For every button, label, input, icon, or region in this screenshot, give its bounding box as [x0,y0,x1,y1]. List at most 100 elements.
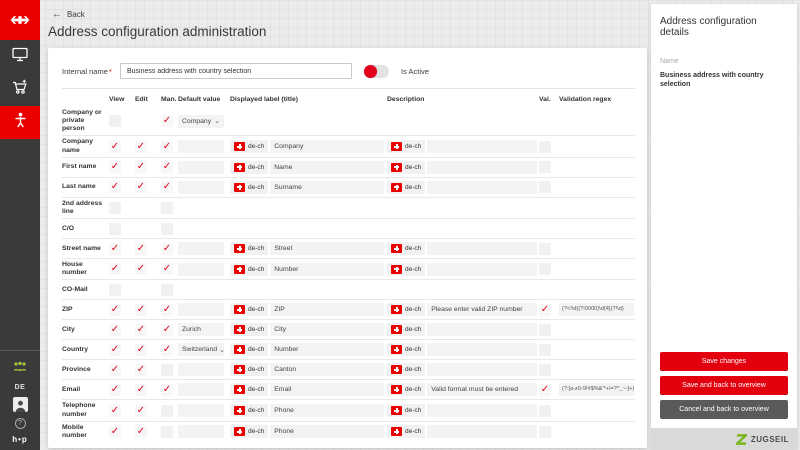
man-checkbox-checked[interactable]: ✓ [161,263,173,275]
view-checkbox-checked[interactable]: ✓ [109,384,121,396]
validation-checkbox-unchecked[interactable] [539,181,551,193]
man-checkbox-checked[interactable]: ✓ [161,384,173,396]
language-chip[interactable]: de-ch [230,242,268,255]
man-checkbox-checked[interactable]: ✓ [161,161,173,173]
man-checkbox-checked[interactable]: ✓ [161,115,173,127]
description-input[interactable] [427,242,537,255]
default-value-select[interactable]: Switzerland⌄ [178,343,224,356]
validation-checkbox-unchecked[interactable] [539,426,551,438]
users-icon[interactable] [12,360,28,378]
language-chip[interactable]: de-ch [230,161,268,174]
language-chip[interactable]: de-ch [387,404,425,417]
edit-checkbox-checked[interactable]: ✓ [135,181,147,193]
view-checkbox-unchecked[interactable] [109,202,121,214]
man-checkbox-unchecked[interactable] [161,405,173,417]
view-checkbox-checked[interactable]: ✓ [109,161,121,173]
man-checkbox-unchecked[interactable] [161,284,173,296]
description-input[interactable] [427,343,537,356]
edit-checkbox-checked[interactable]: ✓ [135,161,147,173]
language-chip[interactable]: de-ch [387,425,425,438]
description-input[interactable]: Please enter valid ZIP number [427,303,537,316]
description-input[interactable]: Valid format must be entered [427,383,537,396]
displayed-label-input[interactable]: Street [270,242,384,255]
validation-checkbox-unchecked[interactable] [539,263,551,275]
language-chip[interactable]: de-ch [387,303,425,316]
man-checkbox-unchecked[interactable] [161,223,173,235]
validation-checkbox-unchecked[interactable] [539,344,551,356]
cancel-and-back-button[interactable]: Cancel and back to overview [660,400,788,419]
default-value-input[interactable] [178,263,224,276]
default-value-input[interactable] [178,161,224,174]
validation-checkbox-checked[interactable]: ✓ [539,384,551,396]
language-chip[interactable]: de-ch [230,303,268,316]
edit-checkbox-checked[interactable]: ✓ [135,405,147,417]
displayed-label-input[interactable]: Phone [270,425,384,438]
view-checkbox-unchecked[interactable] [109,115,121,127]
edit-checkbox-checked[interactable]: ✓ [135,324,147,336]
view-checkbox-checked[interactable]: ✓ [109,344,121,356]
language-chip[interactable]: de-ch [230,343,268,356]
man-checkbox-unchecked[interactable] [161,426,173,438]
view-checkbox-checked[interactable]: ✓ [109,324,121,336]
description-input[interactable] [427,404,537,417]
man-checkbox-checked[interactable]: ✓ [161,344,173,356]
description-input[interactable] [427,363,537,376]
edit-checkbox-checked[interactable]: ✓ [135,364,147,376]
validation-checkbox-unchecked[interactable] [539,405,551,417]
displayed-label-input[interactable]: ZIP [270,303,384,316]
language-chip[interactable]: de-ch [230,404,268,417]
displayed-label-input[interactable]: Company [270,140,384,153]
sidebar-item-person[interactable] [0,106,40,139]
view-checkbox-checked[interactable]: ✓ [109,141,121,153]
language-chip[interactable]: de-ch [230,181,268,194]
view-checkbox-unchecked[interactable] [109,223,121,235]
validation-checkbox-unchecked[interactable] [539,161,551,173]
language-chip[interactable]: de-ch [387,140,425,153]
displayed-label-input[interactable]: Number [270,263,384,276]
description-input[interactable] [427,263,537,276]
save-changes-button[interactable]: Save changes [660,352,788,371]
description-input[interactable] [427,181,537,194]
description-input[interactable] [427,425,537,438]
default-value-input[interactable] [178,383,224,396]
edit-checkbox-checked[interactable]: ✓ [135,426,147,438]
language-chip[interactable]: de-ch [387,343,425,356]
man-checkbox-checked[interactable]: ✓ [161,141,173,153]
validation-checkbox-unchecked[interactable] [539,243,551,255]
validation-checkbox-unchecked[interactable] [539,364,551,376]
displayed-label-input[interactable]: Surname [270,181,384,194]
default-value-input[interactable] [178,363,224,376]
displayed-label-input[interactable]: Number [270,343,384,356]
validation-regex-input[interactable]: (?:[a-z0-9!#$%&'*+/=?^_~-]+) [559,383,634,396]
displayed-label-input[interactable]: Email [270,383,384,396]
description-input[interactable] [427,161,537,174]
edit-checkbox-checked[interactable]: ✓ [135,304,147,316]
language-chip[interactable]: de-ch [230,383,268,396]
language-chip[interactable]: de-ch [230,263,268,276]
sidebar-item-shop[interactable] [0,73,40,106]
default-value-input[interactable] [178,140,224,153]
view-checkbox-checked[interactable]: ✓ [109,405,121,417]
edit-checkbox-checked[interactable]: ✓ [135,344,147,356]
view-checkbox-checked[interactable]: ✓ [109,304,121,316]
language-chip[interactable]: de-ch [387,242,425,255]
is-active-toggle[interactable] [364,65,389,78]
man-checkbox-checked[interactable]: ✓ [161,181,173,193]
default-value-input[interactable] [178,303,224,316]
language-chip[interactable]: de-ch [387,181,425,194]
displayed-label-input[interactable]: Canton [270,363,384,376]
language-chip[interactable]: de-ch [387,363,425,376]
man-checkbox-checked[interactable]: ✓ [161,324,173,336]
validation-checkbox-unchecked[interactable] [539,324,551,336]
edit-checkbox-checked[interactable]: ✓ [135,384,147,396]
sidebar-item-display[interactable] [0,40,40,73]
displayed-label-input[interactable]: Phone [270,404,384,417]
default-value-input[interactable] [178,425,224,438]
language-chip[interactable]: de-ch [230,425,268,438]
language-chip[interactable]: de-ch [387,323,425,336]
language-chip[interactable]: de-ch [230,363,268,376]
view-checkbox-checked[interactable]: ✓ [109,364,121,376]
back-link[interactable]: ← Back [52,10,647,19]
view-checkbox-checked[interactable]: ✓ [109,263,121,275]
avatar[interactable] [13,397,28,412]
